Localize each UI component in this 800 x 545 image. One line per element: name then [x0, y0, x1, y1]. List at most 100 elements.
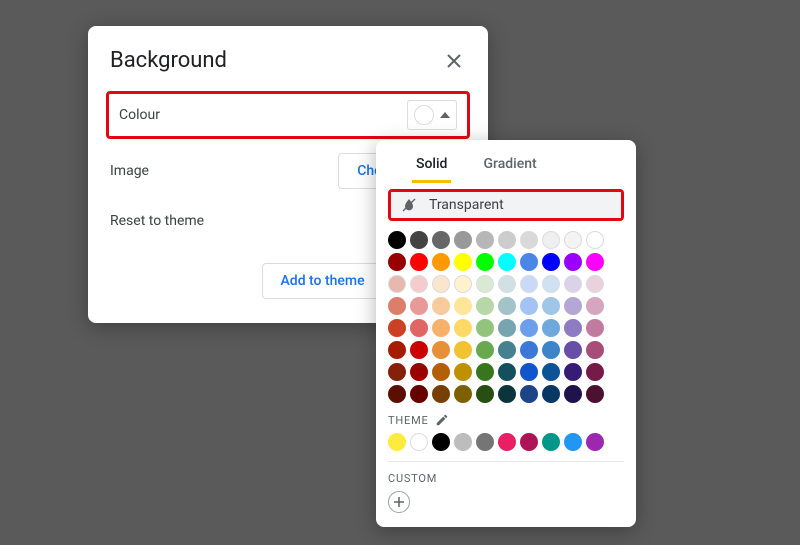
- color-swatch[interactable]: [410, 341, 428, 359]
- color-swatch[interactable]: [498, 231, 516, 249]
- color-swatch[interactable]: [454, 385, 472, 403]
- color-swatch[interactable]: [454, 363, 472, 381]
- color-swatch[interactable]: [476, 297, 494, 315]
- theme-swatch[interactable]: [432, 433, 450, 451]
- color-swatch[interactable]: [586, 385, 604, 403]
- transparent-option[interactable]: Transparent: [391, 192, 621, 218]
- color-swatch[interactable]: [564, 253, 582, 271]
- color-swatch[interactable]: [498, 341, 516, 359]
- transparent-label: Transparent: [429, 197, 504, 213]
- color-swatch[interactable]: [564, 275, 582, 293]
- color-swatch[interactable]: [388, 253, 406, 271]
- color-swatch[interactable]: [520, 319, 538, 337]
- theme-swatch[interactable]: [476, 433, 494, 451]
- color-swatch[interactable]: [410, 363, 428, 381]
- color-swatch[interactable]: [454, 231, 472, 249]
- color-swatch[interactable]: [476, 363, 494, 381]
- color-swatch[interactable]: [564, 319, 582, 337]
- theme-swatch[interactable]: [410, 433, 428, 451]
- color-swatch[interactable]: [564, 341, 582, 359]
- color-swatch[interactable]: [476, 341, 494, 359]
- color-swatch[interactable]: [476, 275, 494, 293]
- color-swatch[interactable]: [564, 231, 582, 249]
- color-swatch[interactable]: [542, 231, 560, 249]
- color-swatch[interactable]: [586, 319, 604, 337]
- color-swatch[interactable]: [410, 253, 428, 271]
- theme-swatch[interactable]: [454, 433, 472, 451]
- color-swatch[interactable]: [476, 319, 494, 337]
- color-swatch[interactable]: [586, 341, 604, 359]
- color-swatch[interactable]: [498, 253, 516, 271]
- theme-swatch[interactable]: [388, 433, 406, 451]
- color-swatch[interactable]: [542, 297, 560, 315]
- theme-swatch[interactable]: [498, 433, 516, 451]
- colour-dropdown[interactable]: [407, 100, 457, 130]
- color-swatch[interactable]: [454, 253, 472, 271]
- color-swatch[interactable]: [432, 253, 450, 271]
- color-swatch[interactable]: [520, 385, 538, 403]
- color-swatch[interactable]: [410, 319, 428, 337]
- color-swatch[interactable]: [520, 363, 538, 381]
- color-swatch[interactable]: [586, 297, 604, 315]
- color-swatch[interactable]: [586, 275, 604, 293]
- color-swatch[interactable]: [388, 363, 406, 381]
- color-swatch[interactable]: [432, 297, 450, 315]
- add-to-theme-button[interactable]: Add to theme: [262, 263, 384, 299]
- color-swatch[interactable]: [542, 363, 560, 381]
- color-swatch[interactable]: [542, 275, 560, 293]
- color-swatch[interactable]: [388, 319, 406, 337]
- tab-gradient[interactable]: Gradient: [479, 150, 540, 183]
- color-swatch[interactable]: [542, 319, 560, 337]
- color-swatch[interactable]: [388, 341, 406, 359]
- color-swatch[interactable]: [520, 275, 538, 293]
- color-swatch[interactable]: [520, 341, 538, 359]
- color-swatch[interactable]: [542, 341, 560, 359]
- color-swatch[interactable]: [564, 297, 582, 315]
- color-swatch[interactable]: [388, 385, 406, 403]
- color-swatch[interactable]: [498, 297, 516, 315]
- color-swatch[interactable]: [432, 319, 450, 337]
- color-swatch[interactable]: [476, 253, 494, 271]
- color-swatch[interactable]: [432, 363, 450, 381]
- color-swatch[interactable]: [432, 231, 450, 249]
- color-swatch[interactable]: [388, 297, 406, 315]
- color-swatch[interactable]: [498, 319, 516, 337]
- color-swatch[interactable]: [410, 275, 428, 293]
- color-swatch[interactable]: [520, 253, 538, 271]
- color-swatch[interactable]: [586, 253, 604, 271]
- color-swatch[interactable]: [564, 363, 582, 381]
- theme-swatch[interactable]: [564, 433, 582, 451]
- edit-theme-icon[interactable]: [435, 413, 449, 427]
- color-swatch[interactable]: [410, 297, 428, 315]
- color-swatch[interactable]: [454, 275, 472, 293]
- color-swatch[interactable]: [410, 231, 428, 249]
- color-swatch[interactable]: [476, 231, 494, 249]
- color-swatch[interactable]: [432, 275, 450, 293]
- color-swatch[interactable]: [432, 385, 450, 403]
- color-swatch[interactable]: [498, 385, 516, 403]
- color-swatch[interactable]: [564, 385, 582, 403]
- color-swatch[interactable]: [476, 385, 494, 403]
- color-swatch[interactable]: [388, 275, 406, 293]
- theme-swatch[interactable]: [586, 433, 604, 451]
- color-swatch[interactable]: [454, 297, 472, 315]
- color-swatch[interactable]: [454, 319, 472, 337]
- color-swatch[interactable]: [520, 297, 538, 315]
- theme-swatch[interactable]: [520, 433, 538, 451]
- color-swatch[interactable]: [586, 363, 604, 381]
- color-swatch[interactable]: [388, 231, 406, 249]
- current-colour-swatch: [414, 105, 434, 125]
- color-swatch[interactable]: [586, 231, 604, 249]
- tab-solid[interactable]: Solid: [412, 150, 451, 183]
- color-swatch[interactable]: [520, 231, 538, 249]
- color-swatch[interactable]: [498, 275, 516, 293]
- add-custom-color-button[interactable]: [388, 491, 410, 513]
- color-swatch[interactable]: [410, 385, 428, 403]
- color-swatch[interactable]: [498, 363, 516, 381]
- color-swatch[interactable]: [542, 253, 560, 271]
- theme-swatch[interactable]: [542, 433, 560, 451]
- color-swatch[interactable]: [454, 341, 472, 359]
- color-swatch[interactable]: [542, 385, 560, 403]
- color-swatch[interactable]: [432, 341, 450, 359]
- close-icon[interactable]: [442, 49, 466, 73]
